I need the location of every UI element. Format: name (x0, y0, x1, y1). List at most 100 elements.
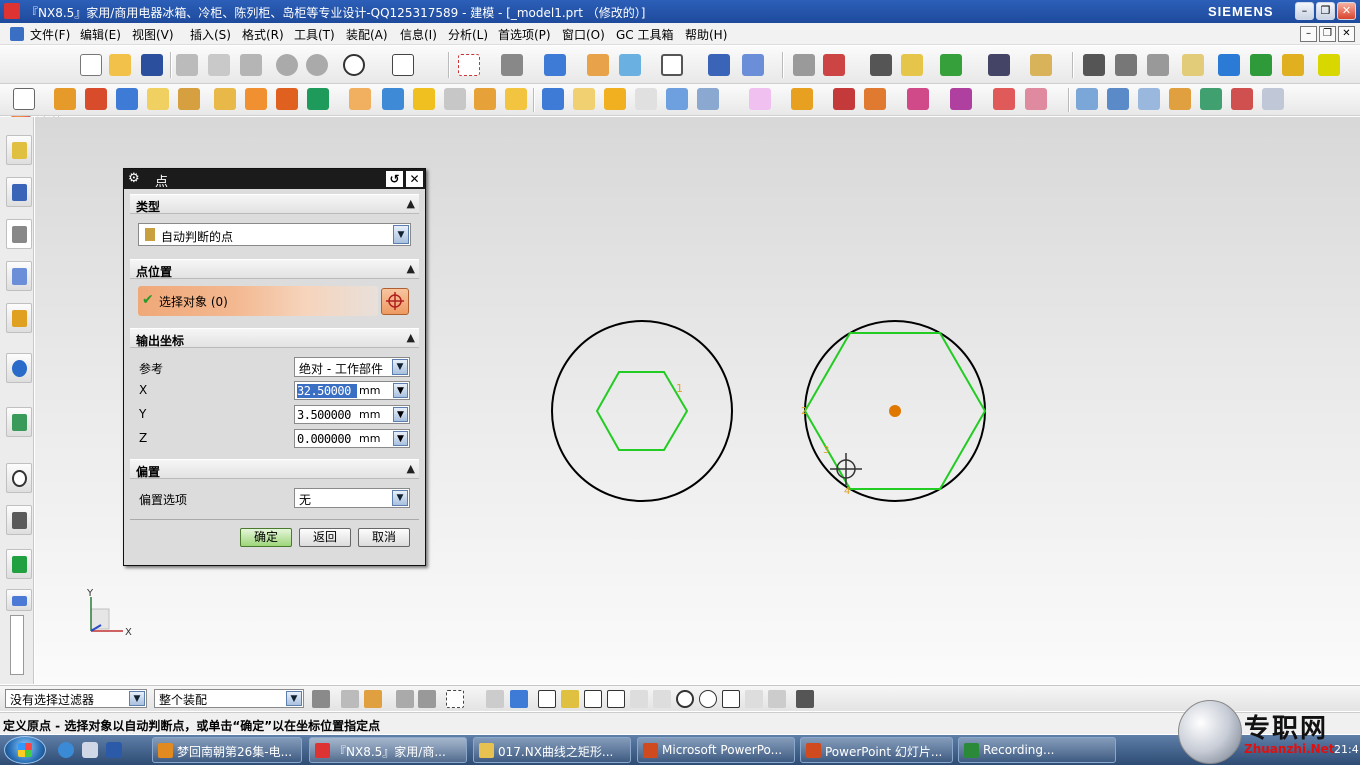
task-nx[interactable]: 『NX8.5』家用/商... (309, 737, 467, 763)
menu-preferences[interactable]: 首选项(P) (498, 26, 551, 43)
snap-endpoint-icon[interactable] (561, 690, 579, 708)
reference-dropdown[interactable]: 绝对 - 工作部件 ▼ (294, 357, 410, 377)
chevron-down-icon[interactable]: ▼ (393, 407, 408, 422)
menu-window[interactable]: 窗口(O) (562, 26, 605, 43)
type-filter-dropdown[interactable]: 没有选择过滤器 ▼ (5, 689, 147, 708)
ie-icon[interactable] (58, 742, 74, 758)
filter-icon[interactable] (940, 54, 962, 76)
assembly-navigator-tab[interactable] (6, 135, 32, 165)
roles-tab[interactable] (6, 589, 32, 611)
center-point[interactable] (889, 405, 901, 417)
y-input[interactable]: 3.500000 mm ▼ (294, 405, 410, 424)
left-circle[interactable] (551, 320, 733, 502)
doc-restore-button[interactable]: ❐ (1319, 26, 1336, 42)
chevron-down-icon[interactable]: ▼ (392, 490, 408, 506)
rectangle-select-icon[interactable] (446, 690, 464, 708)
offset-option-dropdown[interactable]: 无 ▼ (294, 488, 410, 508)
collapse-icon[interactable]: ▲ (407, 197, 415, 210)
chevron-down-icon[interactable]: ▼ (286, 691, 302, 706)
explorer-icon[interactable] (82, 742, 98, 758)
menu-gc-toolkit[interactable]: GC 工具箱 (616, 26, 674, 43)
chevron-down-icon[interactable]: ▼ (393, 383, 408, 398)
snap-all-icon[interactable] (796, 690, 814, 708)
move-object-icon[interactable] (742, 54, 764, 76)
chamfer-icon[interactable] (542, 88, 564, 110)
task-slideshow[interactable]: PowerPoint 幻灯片... (800, 737, 953, 763)
through-curves-icon[interactable] (1076, 88, 1098, 110)
background-icon[interactable] (587, 54, 609, 76)
show-hide-icon[interactable] (901, 54, 923, 76)
pattern-face-icon[interactable] (1025, 88, 1047, 110)
task-powerpoint[interactable]: Microsoft PowerPo... (637, 737, 795, 763)
menu-file[interactable]: 文件(F) (30, 26, 70, 43)
pattern-icon[interactable] (697, 88, 719, 110)
through-mesh-icon[interactable] (1107, 88, 1129, 110)
tool-icon[interactable] (1250, 54, 1272, 76)
orient-view-icon[interactable] (619, 54, 641, 76)
section-type[interactable]: 类型 ▲ (130, 194, 419, 214)
menu-edit[interactable]: 编辑(E) (80, 26, 121, 43)
collapse-icon[interactable]: ▲ (407, 331, 415, 344)
copy-icon[interactable] (208, 54, 230, 76)
maximize-button[interactable]: ❐ (1316, 2, 1335, 20)
dimension-icon[interactable] (988, 54, 1010, 76)
doc-close-button[interactable]: ✕ (1338, 26, 1355, 42)
web-browser-tab[interactable] (6, 353, 32, 383)
menu-format[interactable]: 格式(R) (242, 26, 284, 43)
extrude-icon[interactable] (54, 88, 76, 110)
draft-icon[interactable] (604, 88, 626, 110)
task-recording[interactable]: Recording... (958, 737, 1116, 763)
ruler-icon[interactable] (1030, 54, 1052, 76)
filter-settings-icon[interactable] (312, 690, 330, 708)
save-icon[interactable] (141, 54, 163, 76)
layer-settings-icon[interactable] (661, 54, 683, 76)
wcs-icon[interactable] (708, 54, 730, 76)
resource-scrollbar[interactable] (10, 615, 24, 675)
sew-icon[interactable] (791, 88, 813, 110)
z-value[interactable]: 0.000000 (297, 432, 357, 446)
snap-midpoint-icon[interactable] (584, 690, 602, 708)
measure-icon[interactable] (793, 54, 815, 76)
note-icon[interactable] (1182, 54, 1204, 76)
section-point-location[interactable]: 点位置 ▲ (130, 259, 419, 279)
n-sided-surface-icon[interactable] (1169, 88, 1191, 110)
close-button[interactable]: ✕ (1337, 2, 1356, 20)
dialog-title-bar[interactable]: ⚙ 点 ↺ ✕ (124, 169, 425, 190)
task-folder[interactable]: 017.NX曲线之矩形... (473, 737, 631, 763)
hammer-icon[interactable] (1218, 54, 1240, 76)
revolve-icon[interactable] (85, 88, 107, 110)
sketch-icon[interactable] (13, 88, 35, 110)
selection-icon[interactable] (392, 54, 414, 76)
open-folder-icon[interactable] (109, 54, 131, 76)
replace-face-icon[interactable] (864, 88, 886, 110)
reset-icon[interactable]: ↺ (386, 171, 403, 187)
show-desktop-icon[interactable] (106, 742, 122, 758)
z-input[interactable]: 0.000000 mm ▼ (294, 429, 410, 448)
hole-icon[interactable] (214, 88, 236, 110)
offset-surface-icon[interactable] (1262, 88, 1284, 110)
chevron-down-icon[interactable]: ▼ (129, 691, 145, 706)
law-extension-icon[interactable] (1231, 88, 1253, 110)
x-input[interactable]: 32.50000 mm ▼ (294, 381, 410, 400)
thicken-icon[interactable] (666, 88, 688, 110)
chevron-down-icon[interactable]: ▼ (392, 359, 408, 375)
ok-button[interactable]: 确定 (240, 528, 292, 547)
mirror-icon[interactable] (749, 88, 771, 110)
datum-plane-icon[interactable] (307, 88, 329, 110)
delete-face-icon[interactable] (833, 88, 855, 110)
boss-icon[interactable] (245, 88, 267, 110)
select-object-field[interactable]: ✔ 选择对象 (0) (138, 286, 378, 316)
chevron-down-icon[interactable]: ▼ (393, 225, 409, 244)
doc-minimize-button[interactable]: – (1300, 26, 1317, 42)
collapse-icon[interactable]: ▲ (407, 462, 415, 475)
render-style-icon[interactable] (501, 54, 523, 76)
y-value[interactable]: 3.500000 (297, 408, 357, 422)
shell-icon[interactable] (573, 88, 595, 110)
menu-help[interactable]: 帮助(H) (685, 26, 727, 43)
menu-view[interactable]: 视图(V) (132, 26, 174, 43)
menu-information[interactable]: 信息(I) (400, 26, 437, 43)
snap-intersection-icon[interactable] (630, 690, 648, 708)
subtract-icon[interactable] (382, 88, 404, 110)
task-video[interactable]: 梦回南朝第26集-电... (152, 737, 302, 763)
minimize-button[interactable]: – (1295, 2, 1314, 20)
